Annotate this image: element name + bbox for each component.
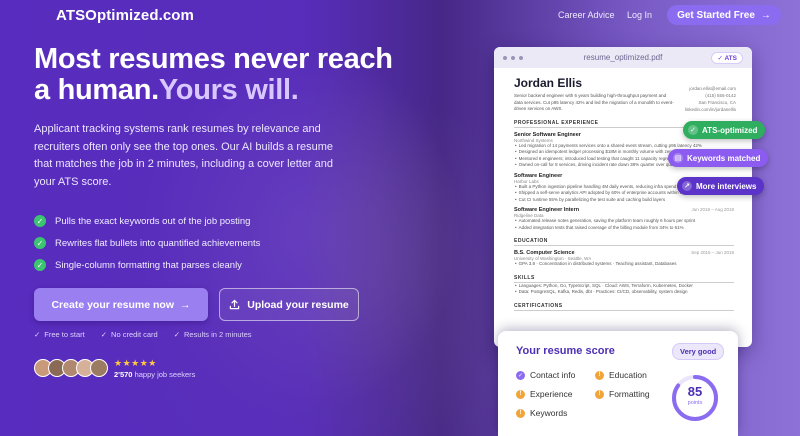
get-started-button[interactable]: Get Started Free →	[667, 5, 781, 25]
warning-icon: !	[516, 408, 525, 418]
check-icon: ✓	[100, 330, 108, 339]
warning-icon: !	[516, 389, 525, 399]
badge-label: Keywords matched	[687, 153, 761, 163]
badge-label: More interviews	[696, 181, 757, 191]
check-icon: ✓	[34, 215, 46, 227]
checklist-item: ✓ Pulls the exact keywords out of the jo…	[34, 210, 260, 232]
criterion-label: Keywords	[530, 408, 568, 418]
perk-text: Results in 2 minutes	[184, 330, 252, 339]
badge-ats-optimized: ✓ ATS-optimized	[683, 121, 766, 139]
hero-subcopy: Applicant tracking systems rank resumes …	[34, 123, 334, 188]
create-resume-button[interactable]: Create your resume now →	[34, 288, 208, 321]
criterion-formatting: ! Formatting	[595, 389, 650, 399]
resume-contact: jordan.ellis@email.com (415) 555-0142 Sa…	[685, 85, 736, 113]
perk-item: ✓ Free to start	[34, 330, 85, 339]
resume-preview-window: resume_optimized.pdf ✓ ATS Jordan Ellis …	[494, 47, 752, 347]
check-icon: ✓	[173, 330, 181, 339]
badge-label: ATS-optimized	[702, 125, 758, 135]
score-value: 85	[687, 384, 703, 399]
perks-row: ✓ Free to start ✓ No credit card ✓ Results …	[34, 330, 252, 339]
upload-resume-button[interactable]: Upload your resume	[219, 288, 359, 321]
contact-line: San Francisco, CA	[698, 100, 736, 105]
checklist-item: ✓ Single-column formatting that parses c…	[34, 254, 260, 276]
section-skills-title: SKILLS	[514, 275, 734, 283]
criterion-contact-info: ✓ Contact info	[516, 370, 575, 380]
checklist-text: Rewrites flat bullets into quantified ac…	[55, 237, 261, 249]
avatar	[90, 359, 108, 377]
resume-summary: Senior backend engineer with 6 years bui…	[514, 93, 674, 111]
criterion-experience: ! Experience	[516, 389, 573, 399]
contact-line: jordan.ellis@email.com	[689, 86, 736, 91]
contact-line: (415) 555-0142	[705, 93, 736, 98]
ats-pill: ✓ ATS	[711, 52, 743, 64]
check-icon: ✓	[34, 237, 46, 249]
section-education-title: EDUCATION	[514, 238, 734, 246]
checklist-text: Single-column formatting that parses cle…	[55, 259, 242, 271]
resume-score-card: Your resume score Very good ✓ Contact in…	[498, 331, 738, 436]
score-rating-badge: Very good	[672, 343, 725, 360]
get-started-label: Get Started Free	[677, 9, 755, 21]
document-icon: ▤	[673, 153, 683, 163]
badge-keywords-matched: ▤ Keywords matched	[668, 149, 769, 167]
education-detail: GPA 3.8 · Concentration in distributed s…	[514, 261, 734, 268]
criterion-label: Experience	[530, 389, 573, 399]
checklist-item: ✓ Rewrites flat bullets into quantified …	[34, 232, 260, 254]
perk-item: ✓ No credit card	[101, 330, 158, 339]
check-icon: ✓	[516, 370, 525, 380]
ats-pill-label: ATS	[724, 55, 737, 62]
checklist-text: Pulls the exact keywords out of the job …	[55, 215, 251, 227]
headline-accent: Yours will.	[158, 74, 299, 106]
trend-up-icon: ↗	[682, 181, 692, 191]
headline-line-2: a human.Yours will.	[34, 75, 414, 106]
criterion-education: ! Education	[595, 370, 647, 380]
criterion-label: Formatting	[609, 389, 650, 399]
contact-line: linkedin.com/in/jordanellis	[684, 107, 736, 112]
nav-link-login[interactable]: Log In	[627, 10, 652, 20]
perk-text: Free to start	[44, 330, 85, 339]
criterion-label: Education	[609, 370, 647, 380]
perk-item: ✓ Results in 2 minutes	[174, 330, 252, 339]
nav-link-career-advice[interactable]: Career Advice	[558, 10, 615, 20]
upload-icon	[230, 299, 240, 310]
headline-line-1: Most resumes never reach	[34, 43, 393, 75]
warning-icon: !	[595, 370, 604, 380]
happy-seekers-count: 2'570 happy job seekers	[114, 370, 195, 379]
criterion-label: Contact info	[530, 370, 576, 380]
arrow-right-icon: →	[180, 298, 191, 311]
create-resume-label: Create your resume now	[51, 298, 175, 311]
rating-stars-icon: ★★★★★	[114, 358, 157, 368]
job-date: Jun 2018 – Aug 2018	[691, 207, 734, 212]
hero-headline: Most resumes never reach a human.Yours w…	[34, 44, 414, 106]
badge-more-interviews: ↗ More interviews	[677, 177, 765, 195]
criterion-keywords: ! Keywords	[516, 408, 567, 418]
headline-part: a human.	[34, 74, 159, 106]
score-unit: points	[687, 400, 703, 406]
seekers-number: 2'570	[114, 370, 133, 379]
job-bullet: Cut CI runtime 55% by parallelizing the …	[514, 197, 734, 204]
window-title-bar: resume_optimized.pdf ✓ ATS	[494, 47, 752, 68]
arrow-right-icon: →	[760, 9, 771, 21]
skills-line: Data: PostgreSQL, Kafka, Redis, dbt · Pr…	[514, 289, 734, 296]
user-avatars	[34, 359, 108, 377]
feature-checklist: ✓ Pulls the exact keywords out of the jo…	[34, 210, 260, 276]
education-date: Sep 2015 – Jun 2019	[691, 250, 734, 255]
perk-text: No credit card	[111, 330, 158, 339]
site-logo[interactable]: ATSOptimized.com	[56, 7, 194, 24]
check-icon: ✓	[34, 259, 46, 271]
check-icon: ✓	[34, 330, 41, 339]
upload-resume-label: Upload your resume	[247, 298, 349, 311]
section-certifications-title: CERTIFICATIONS	[514, 303, 734, 311]
warning-icon: !	[595, 389, 604, 399]
top-navigation: ATSOptimized.com Career Advice Log In Ge…	[0, 0, 800, 30]
job-bullet: Added integration tests that raised cove…	[514, 225, 734, 232]
score-title: Your resume score	[516, 345, 615, 357]
check-icon: ✓	[688, 125, 698, 135]
seekers-label: happy job seekers	[134, 370, 196, 379]
